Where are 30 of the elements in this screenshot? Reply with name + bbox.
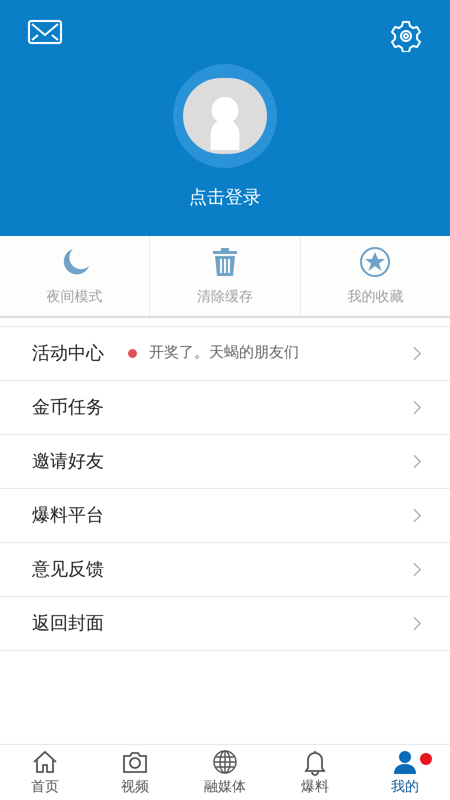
settings-icon[interactable] xyxy=(390,20,422,52)
menu-item[interactable]: 邀请好友 xyxy=(0,435,450,489)
menu-item[interactable]: 金币任务 xyxy=(0,381,450,435)
person-icon xyxy=(391,748,419,776)
menu-label: 返回封面 xyxy=(32,612,104,635)
home-icon xyxy=(31,748,59,776)
tab[interactable]: 融媒体 xyxy=(180,745,270,800)
tab[interactable]: 我的 xyxy=(360,745,450,800)
menu-label: 活动中心 xyxy=(32,342,104,365)
notice-text: 开奖了。天蝎的朋友们 xyxy=(149,343,299,364)
menu-label: 意见反馈 xyxy=(32,558,104,581)
chevron-right-icon xyxy=(413,454,422,469)
menu-label: 金币任务 xyxy=(32,396,104,419)
chevron-right-icon xyxy=(413,616,422,631)
tab[interactable]: 首页 xyxy=(0,745,90,800)
chevron-right-icon xyxy=(413,400,422,415)
globe-icon xyxy=(211,748,239,776)
menu-item[interactable]: 活动中心 开奖了。天蝎的朋友们 xyxy=(0,327,450,381)
menu-item[interactable]: 意见反馈 xyxy=(0,543,450,597)
menu-label: 邀请好友 xyxy=(32,450,104,473)
login-text[interactable]: 点击登录 xyxy=(189,184,261,211)
mail-icon[interactable] xyxy=(28,20,62,44)
menu-item[interactable]: 爆料平台 xyxy=(0,489,450,543)
menu-item[interactable]: 返回封面 xyxy=(0,597,450,651)
tab[interactable]: 爆料 xyxy=(270,745,360,800)
tab[interactable]: 视频 xyxy=(90,745,180,800)
chevron-right-icon xyxy=(413,508,422,523)
menu-label: 爆料平台 xyxy=(32,504,104,527)
chevron-right-icon xyxy=(413,346,422,361)
chevron-right-icon xyxy=(413,562,422,577)
